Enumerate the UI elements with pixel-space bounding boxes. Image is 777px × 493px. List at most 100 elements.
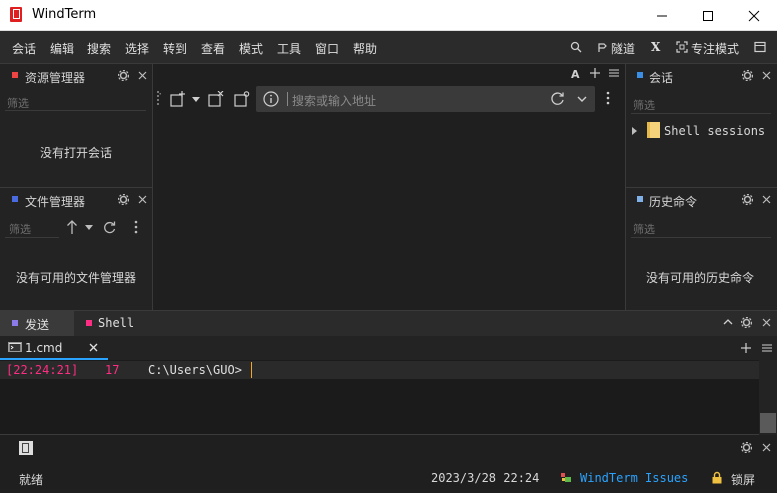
send-panel-icon[interactable] [18,440,34,456]
new-session-icon[interactable] [170,91,186,107]
session-tab[interactable]: 1.cmd [0,336,108,360]
menu-mode[interactable]: 模式 [239,40,263,57]
gear-icon[interactable] [118,70,129,81]
address-bar[interactable]: 搜索或输入地址 [256,86,595,112]
menu-goto[interactable]: 转到 [163,40,187,57]
sessions-panel: 会话 筛选 Shell sessions [625,64,777,188]
dropdown-icon[interactable] [85,225,93,230]
font-button[interactable]: A [571,68,580,81]
status-bar: 就绪 2023/3/28 22:24 WindTerm Issues 锁屏 [0,462,777,493]
issues-link[interactable]: WindTerm Issues [580,471,688,485]
add-icon[interactable] [590,68,600,78]
search-icon[interactable] [570,41,582,53]
menu-bar: 会话 编辑 搜索 选择 转到 查看 模式 工具 窗口 帮助 隧道 X 专注模式 [0,31,777,64]
menu-view[interactable]: 查看 [201,40,225,57]
divider [631,113,771,114]
menu-icon[interactable] [609,69,619,77]
panel-title: 资源管理器 [25,71,86,85]
terminal-icon [8,342,22,352]
panel-title: 文件管理器 [25,195,86,209]
dropdown-icon[interactable] [192,97,200,102]
more-icon[interactable] [606,91,610,105]
divider [5,237,59,238]
terminal[interactable]: [22:24:21] 17 C:\Users\GUO> [0,360,777,435]
file-manager-panel: 文件管理器 筛选 没有可用的文件管理器 [0,188,153,311]
windterm-logo-icon [10,7,24,23]
menu-help[interactable]: 帮助 [353,40,377,57]
menu-edit[interactable]: 编辑 [50,40,74,57]
terminal-line-number: 17 [105,363,120,377]
bug-icon [560,472,572,484]
chevron-down-icon[interactable] [577,96,587,102]
lock-icon[interactable] [712,471,722,484]
tunnel-icon[interactable] [597,41,609,53]
title-bar: WindTerm [0,0,777,31]
empty-message: 没有可用的历史命令 [646,271,755,285]
focus-mode-icon[interactable] [676,41,688,53]
menu-tools[interactable]: 工具 [277,40,301,57]
gear-icon[interactable] [742,194,753,205]
x-button[interactable]: X [651,40,660,54]
close-session-icon[interactable] [208,91,224,107]
tree-item-label[interactable]: Shell sessions [664,124,765,138]
filter-input[interactable]: 筛选 [633,221,655,237]
gear-icon[interactable] [118,194,129,205]
scrollbar-thumb[interactable] [760,413,776,433]
close-icon[interactable] [762,443,771,452]
status-datetime: 2023/3/28 22:24 [431,471,540,485]
send-area [0,435,777,462]
panel-bullet-icon [637,72,643,78]
gear-icon[interactable] [741,317,752,328]
close-icon[interactable] [138,71,147,80]
close-tab-icon[interactable] [89,343,98,352]
panel-bullet-icon [12,72,18,78]
status-ready: 就绪 [19,473,44,487]
menu-session[interactable]: 会话 [12,40,36,57]
close-icon[interactable] [762,318,771,327]
gear-icon[interactable] [741,442,752,453]
close-icon[interactable] [762,71,771,80]
minimize-button[interactable] [639,0,685,31]
tunnel-button[interactable]: 隧道 [611,40,635,57]
menu-icon[interactable] [762,344,772,352]
empty-message: 没有打开会话 [40,146,113,160]
refresh-icon[interactable] [103,220,117,234]
layout-icon[interactable] [754,41,766,53]
menu-window[interactable]: 窗口 [315,40,339,57]
chevron-up-icon[interactable] [723,319,733,325]
filter-input[interactable]: 筛选 [633,97,655,113]
close-icon[interactable] [138,195,147,204]
lock-screen-button[interactable]: 锁屏 [731,471,755,488]
terminal-cursor [251,362,252,378]
more-icon[interactable] [134,220,138,234]
tab-shell[interactable]: Shell [74,311,154,336]
gear-icon[interactable] [742,70,753,81]
filter-input[interactable]: 筛选 [9,221,31,237]
add-icon[interactable] [741,343,751,353]
info-icon [263,91,279,107]
close-window-button[interactable] [731,0,777,31]
panel-title: 会话 [649,71,674,85]
close-icon[interactable] [762,195,771,204]
tab-send[interactable]: 发送 [0,311,74,336]
filter-input[interactable]: 筛选 [7,95,29,111]
duplicate-session-icon[interactable] [234,91,250,107]
drag-handle-icon[interactable] [157,91,161,107]
menu-search[interactable]: 搜索 [87,40,111,57]
scrollbar[interactable] [759,360,777,435]
up-arrow-icon[interactable] [66,219,78,235]
reload-icon[interactable] [550,91,565,106]
focus-mode-button[interactable]: 专注模式 [691,40,739,57]
divider [631,237,771,238]
maximize-button[interactable] [685,0,731,31]
session-tab-label: 1.cmd [25,341,63,355]
menu-select[interactable]: 选择 [125,40,149,57]
terminal-prompt: C:\Users\GUO> [148,363,242,377]
expand-arrow-icon[interactable] [632,127,637,135]
terminal-timestamp: [22:24:21] [6,363,79,377]
caret [287,92,288,106]
folder-icon [647,122,660,138]
tab-shell-label: Shell [98,316,135,330]
tab-send-label: 发送 [25,318,50,332]
address-input[interactable]: 搜索或输入地址 [292,92,376,109]
